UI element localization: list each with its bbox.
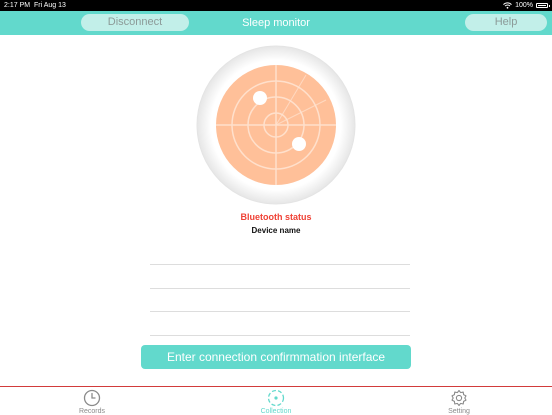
device-list-divider xyxy=(150,335,410,336)
device-name: Device name xyxy=(251,226,301,235)
radar-blip xyxy=(292,137,306,151)
enter-connection-button[interactable]: Enter connection confirmmation interface xyxy=(141,345,411,369)
bluetooth-status: Bluetooth status xyxy=(240,212,312,222)
device-list-divider xyxy=(150,311,410,312)
gear-icon xyxy=(451,389,467,407)
tab-setting[interactable]: Setting xyxy=(419,389,499,415)
status-time: 2:17 PM xyxy=(4,2,31,9)
nav-bar: Sleep monitor Disconnect Help xyxy=(0,11,552,35)
battery-percent: 100% xyxy=(515,2,533,9)
battery-icon xyxy=(536,3,550,8)
help-button[interactable]: Help xyxy=(465,14,547,31)
status-right: 100% xyxy=(503,0,550,11)
status-bar: 2:17 PM Fri Aug 13 100% xyxy=(0,0,552,11)
disconnect-button[interactable]: Disconnect xyxy=(81,14,189,31)
device-list-divider xyxy=(150,264,410,265)
radar-blip xyxy=(253,91,267,105)
tab-bar: Records Collection Setting xyxy=(0,386,552,415)
status-date: Fri Aug 13 xyxy=(34,2,66,9)
wifi-icon xyxy=(503,2,512,9)
clock-icon xyxy=(83,389,101,407)
tab-records[interactable]: Records xyxy=(52,389,132,415)
radar-scan-graphic xyxy=(196,45,356,205)
device-list-divider xyxy=(150,288,410,289)
radar-scan-icon xyxy=(267,389,285,407)
tab-collection[interactable]: Collection xyxy=(236,389,316,415)
